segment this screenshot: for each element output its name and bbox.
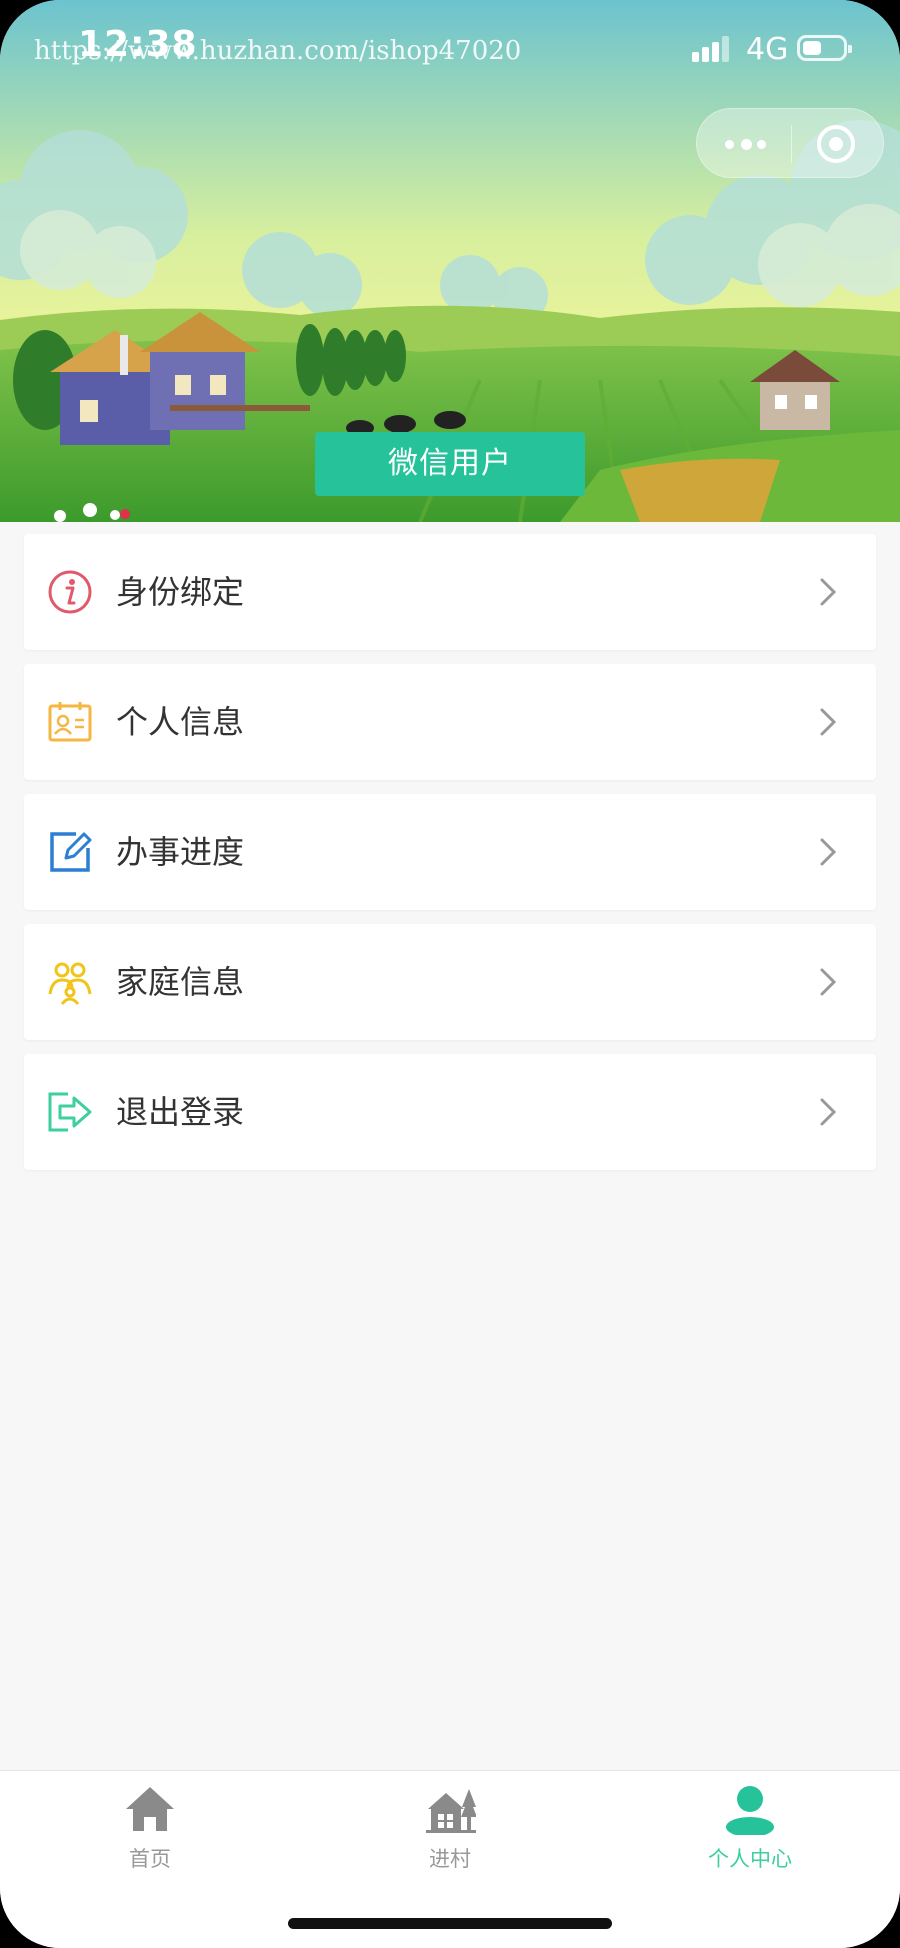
- more-menu-icon[interactable]: [697, 109, 791, 179]
- app-screen: https://www.huzhan.com/ishop47020 12:38 …: [0, 0, 900, 1948]
- network-type: 4G: [746, 32, 789, 67]
- tab-village[interactable]: 进村: [300, 1771, 600, 1891]
- menu-item-label: 家庭信息: [116, 963, 245, 1001]
- tab-profile[interactable]: 个人中心: [600, 1771, 900, 1891]
- menu-item-label: 办事进度: [116, 833, 245, 871]
- status-bar: https://www.huzhan.com/ishop47020 12:38 …: [0, 0, 900, 100]
- tab-label: 首页: [129, 1847, 171, 1871]
- menu-item-label: 身份绑定: [116, 573, 245, 611]
- menu-item-label: 个人信息: [116, 703, 245, 741]
- menu-item-personal-info[interactable]: 个人信息: [24, 664, 876, 780]
- info-icon: [48, 570, 92, 614]
- logout-icon: [48, 1092, 92, 1132]
- close-mini-program-icon[interactable]: [791, 109, 885, 179]
- home-icon: [126, 1787, 174, 1831]
- chevron-right-icon: [820, 838, 837, 866]
- profile-menu: 身份绑定 个人信息 办事进度 家庭信息 退出登录: [24, 534, 876, 1184]
- tab-home[interactable]: 首页: [0, 1771, 300, 1891]
- chevron-right-icon: [820, 968, 837, 996]
- chevron-right-icon: [820, 1098, 837, 1126]
- user-name-button[interactable]: 微信用户: [315, 432, 585, 496]
- edit-icon: [50, 832, 92, 872]
- user-icon: [726, 1786, 774, 1835]
- battery-icon: [797, 35, 852, 61]
- menu-item-label: 退出登录: [116, 1093, 245, 1131]
- id-card-icon: [48, 702, 92, 742]
- menu-item-identity-binding[interactable]: 身份绑定: [24, 534, 876, 650]
- tab-label: 个人中心: [708, 1847, 792, 1871]
- chevron-right-icon: [820, 708, 837, 736]
- menu-item-family-info[interactable]: 家庭信息: [24, 924, 876, 1040]
- village-icon: [426, 1789, 476, 1833]
- status-time: 12:38: [78, 24, 198, 65]
- chevron-right-icon: [820, 578, 837, 606]
- home-indicator: [288, 1918, 612, 1929]
- tab-label: 进村: [429, 1847, 471, 1871]
- mini-program-capsule: [696, 108, 884, 178]
- menu-item-progress[interactable]: 办事进度: [24, 794, 876, 910]
- header-banner: https://www.huzhan.com/ishop47020 12:38 …: [0, 0, 900, 522]
- menu-item-logout[interactable]: 退出登录: [24, 1054, 876, 1170]
- family-icon: [48, 962, 92, 1005]
- signal-icon: [692, 36, 730, 62]
